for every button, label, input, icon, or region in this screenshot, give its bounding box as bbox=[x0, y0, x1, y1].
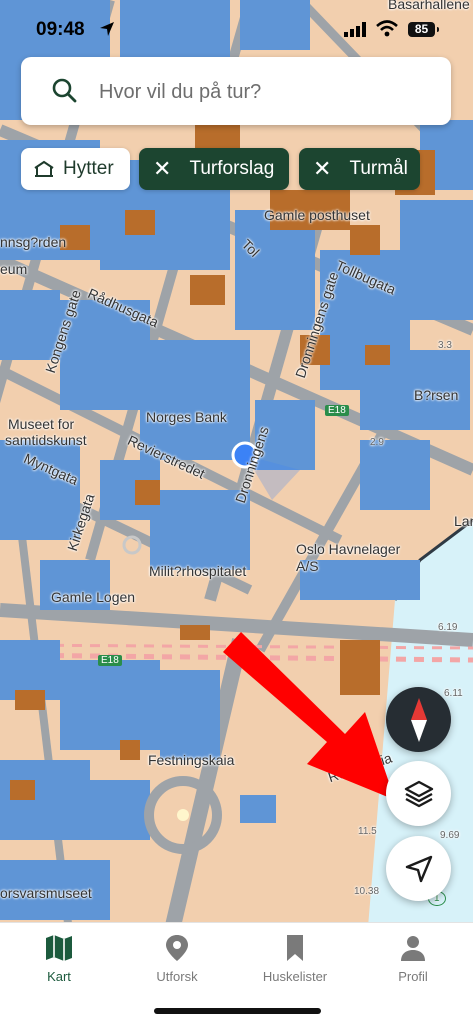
status-time: 09:48 bbox=[36, 19, 85, 40]
search-input[interactable] bbox=[97, 71, 431, 113]
filter-chip-turforslag[interactable]: ✕ Turforslag bbox=[139, 148, 289, 190]
map-label: orsvarsmuseet bbox=[0, 885, 92, 901]
road-shield: E18 bbox=[325, 405, 349, 416]
nav-label: Utforsk bbox=[156, 969, 198, 984]
map-label: eum bbox=[0, 261, 28, 277]
map-layers-button[interactable] bbox=[386, 761, 451, 826]
layers-icon bbox=[404, 780, 433, 807]
status-bar: 09:48 85 bbox=[0, 0, 473, 60]
map-label: Museet for bbox=[8, 416, 75, 432]
signal-icon bbox=[344, 22, 366, 37]
bookmark-icon bbox=[287, 935, 303, 961]
map-label: Gamle Logen bbox=[51, 589, 136, 605]
map-icon bbox=[46, 935, 72, 961]
home-indicator bbox=[154, 1008, 321, 1014]
depth-label: 3.3 bbox=[438, 340, 452, 351]
map-label: Gamle posthuset bbox=[264, 207, 370, 223]
map-label: Oslo Havnelager bbox=[296, 541, 401, 557]
map-label: B?rsen bbox=[414, 387, 459, 403]
road-shield: E18 bbox=[98, 655, 122, 666]
search-icon bbox=[52, 78, 77, 103]
filter-chip-turmal[interactable]: ✕ Turmål bbox=[299, 148, 420, 190]
locate-me-button[interactable] bbox=[386, 836, 451, 901]
map-label: Norges Bank bbox=[146, 409, 227, 425]
map-label: nnsg?rden bbox=[0, 234, 67, 250]
depth-label: 9.69 bbox=[440, 830, 460, 841]
map-label: Milit?rhospitalet bbox=[149, 563, 247, 579]
map-label: Lan bbox=[454, 513, 473, 529]
close-icon[interactable]: ✕ bbox=[313, 158, 331, 180]
nav-item-utforsk[interactable]: Utforsk bbox=[118, 933, 236, 984]
nav-label: Profil bbox=[398, 969, 428, 984]
location-pin-icon bbox=[166, 935, 188, 961]
location-arrow-icon bbox=[100, 22, 114, 36]
battery-icon: 85 bbox=[408, 22, 439, 37]
nav-item-kart[interactable]: Kart bbox=[0, 933, 118, 984]
nav-item-profil[interactable]: Profil bbox=[354, 933, 472, 984]
cabin-icon bbox=[34, 160, 54, 177]
depth-label: 6.11 bbox=[444, 688, 463, 699]
chip-label: Turforslag bbox=[189, 158, 275, 179]
depth-label: 10.38 bbox=[354, 886, 380, 897]
depth-label: 2.9 bbox=[370, 437, 384, 448]
person-icon bbox=[401, 936, 425, 961]
annotation-arrow bbox=[223, 632, 395, 800]
nav-label: Huskelister bbox=[262, 969, 328, 984]
map-label: samtidskunst bbox=[5, 432, 87, 448]
chip-label: Turmål bbox=[349, 158, 408, 179]
close-icon[interactable]: ✕ bbox=[153, 158, 171, 180]
chip-label: Hytter bbox=[63, 158, 114, 179]
search-bar[interactable] bbox=[21, 57, 451, 125]
depth-label: 11.5 bbox=[358, 826, 377, 837]
compass-icon bbox=[410, 697, 427, 742]
wifi-icon bbox=[376, 20, 398, 37]
nav-item-huskelister[interactable]: Huskelister bbox=[236, 933, 354, 984]
depth-label: 6.19 bbox=[438, 622, 458, 633]
navigation-arrow-icon bbox=[405, 855, 432, 882]
compass-button[interactable] bbox=[386, 687, 451, 752]
nav-label: Kart bbox=[47, 969, 71, 984]
filter-chip-hytter[interactable]: Hytter bbox=[21, 148, 130, 190]
map-label: A/S bbox=[296, 558, 319, 574]
